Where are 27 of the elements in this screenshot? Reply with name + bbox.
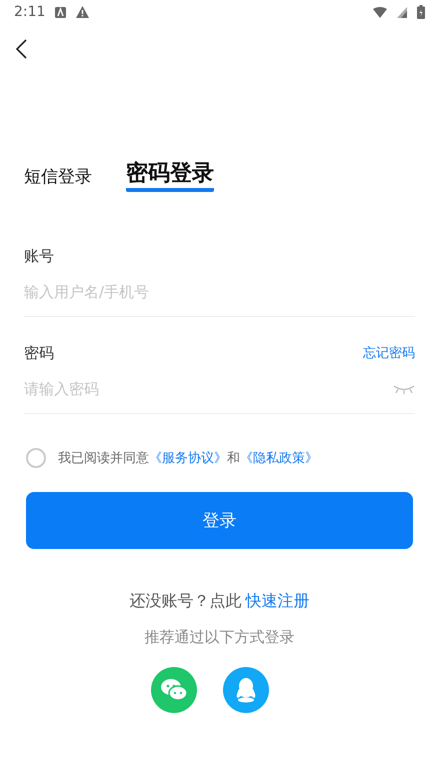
input-field[interactable]: 输入用户名/手机号: [24, 280, 415, 304]
agree-checkbox[interactable]: [26, 448, 46, 468]
wechat-login-button[interactable]: [150, 667, 196, 713]
terms-link[interactable]: 《服务协议》: [149, 451, 227, 466]
warning-icon: [76, 6, 90, 18]
register-prompt: 还没账号？点此: [130, 591, 242, 612]
penguin-icon: [234, 677, 256, 703]
chat-bubbles-icon: [160, 678, 188, 702]
field-label: 账号: [24, 246, 54, 266]
field-label: 密码: [24, 344, 54, 362]
notification-icon: [55, 6, 66, 18]
alt-login-title: 推荐通过以下方式登录: [144, 628, 296, 647]
battery-icon: [417, 5, 425, 19]
closed-eye-icon[interactable]: [393, 384, 415, 394]
back-icon[interactable]: [14, 38, 28, 60]
input-field[interactable]: 请输入密码: [24, 377, 393, 401]
signal-icon: [397, 6, 407, 18]
agreement-text: 我已阅读并同意《服务协议》和《隐私政策》: [58, 450, 318, 467]
tab[interactable]: 密码登录: [126, 158, 214, 192]
privacy-link[interactable]: 《隐私政策》: [240, 451, 318, 466]
forgot-password-link[interactable]: 忘记密码: [363, 344, 415, 362]
tab[interactable]: 短信登录: [24, 165, 92, 192]
wifi-icon: [373, 6, 387, 18]
register-link[interactable]: 快速注册: [246, 591, 310, 612]
qq-login-button[interactable]: [222, 667, 268, 713]
login-button[interactable]: 登录: [26, 492, 413, 549]
status-time: 2:11: [14, 4, 46, 20]
